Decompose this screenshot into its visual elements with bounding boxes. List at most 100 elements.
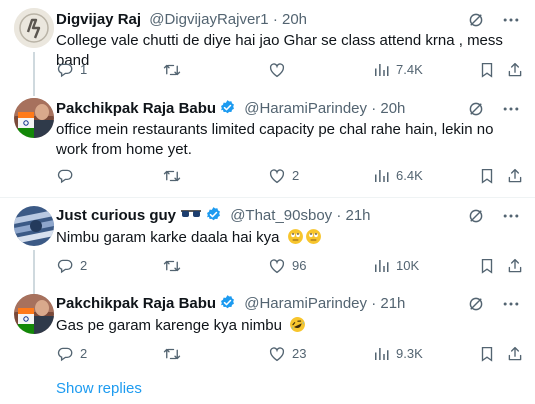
retweet-icon [163,61,181,79]
reply-icon [56,257,74,275]
dot-separator: · [371,295,377,312]
username[interactable]: @That_90sboy [230,207,332,224]
sunglasses-emoji [181,210,202,217]
avatar[interactable] [14,294,54,334]
rofl-emoji [290,317,306,332]
timestamp[interactable]: 21h [346,207,371,224]
retweet-button[interactable] [163,166,187,186]
reply-count: 2 [80,258,88,273]
tweet-text-content: Nimbu garam karke daala hai kya [56,229,280,246]
avatar[interactable] [14,98,54,138]
display-name[interactable]: Pakchikpak Raja Babu [56,295,216,312]
bookmark-icon [478,61,496,79]
tweet[interactable]: Pakchikpak Raja Babu @HaramiParindey · 2… [0,294,535,374]
timestamp[interactable]: 20h [282,11,307,28]
reply-button[interactable]: 1 [56,60,87,80]
grok-icon[interactable] [467,100,485,118]
verified-icon [219,99,236,116]
tweet-text: Gas pe garam karenge kya nimbu [56,316,515,336]
more-icon[interactable] [501,206,521,226]
avatar-image [14,98,54,138]
retweet-button[interactable] [163,256,187,276]
reply-count: 2 [80,346,88,361]
display-name[interactable]: Digvijay Raj [56,11,141,28]
like-button[interactable] [268,60,292,80]
tweet-text: office mein restaurants limited capacity… [56,121,494,158]
share-button[interactable] [506,166,524,186]
bookmark-button[interactable] [478,256,496,276]
avatar-image [14,206,54,246]
views-button[interactable]: 6.4K [372,166,423,186]
tweet[interactable]: Just curious guy @That_90sboy · 21h Nimb… [0,198,535,294]
timestamp[interactable]: 20h [380,100,405,117]
retweet-button[interactable] [163,344,187,364]
views-button[interactable]: 9.3K [372,344,423,364]
rolling-eyes-emoji [305,228,322,245]
show-replies-link[interactable]: Show replies [56,380,142,398]
dot-separator: · [272,11,278,28]
share-button[interactable] [506,60,524,80]
action-bar: 2 6.4K [0,166,535,186]
avatar[interactable] [14,206,54,246]
username[interactable]: @DigvijayRajver1 [149,11,268,28]
action-bar: 2 96 10K [0,256,535,276]
reply-button[interactable]: 2 [56,256,87,276]
share-icon [506,61,524,79]
bookmark-icon [478,167,496,185]
grok-icon[interactable] [467,295,485,313]
tweet[interactable]: Digvijay Raj @DigvijayRajver1 · 20h Coll… [0,0,535,96]
tweet-text: Nimbu garam karke daala hai kya [56,228,515,248]
like-button[interactable]: 23 [268,344,306,364]
tweet[interactable]: Pakchikpak Raja Babu @HaramiParindey · 2… [0,96,535,196]
retweet-icon [163,345,181,363]
timestamp[interactable]: 21h [380,295,405,312]
bookmark-button[interactable] [478,60,496,80]
like-count: 23 [292,346,307,361]
reply-button[interactable]: 2 [56,344,87,364]
verified-icon [219,294,236,311]
views-button[interactable]: 10K [372,256,419,276]
view-count: 9.3K [396,346,423,361]
share-button[interactable] [506,256,524,276]
share-button[interactable] [506,344,524,364]
bookmark-icon [478,257,496,275]
display-name[interactable]: Pakchikpak Raja Babu [56,100,216,117]
views-button[interactable]: 7.4K [372,60,423,80]
like-icon [268,345,286,363]
display-name[interactable]: Just curious guy [56,207,176,224]
dot-separator: · [336,207,342,224]
like-count: 96 [292,258,307,273]
like-button[interactable]: 96 [268,256,306,276]
bookmark-button[interactable] [478,344,496,364]
like-icon [268,61,286,79]
reply-button[interactable] [56,166,80,186]
avatar-image [14,8,54,48]
reply-icon [56,345,74,363]
avatar[interactable] [14,8,54,48]
grok-icon[interactable] [467,11,485,29]
tweet-header: Just curious guy @That_90sboy · 21h [56,206,477,226]
more-icon[interactable] [501,99,521,119]
share-icon [506,257,524,275]
view-count: 6.4K [396,168,423,183]
retweet-icon [163,257,181,275]
verified-icon [205,206,222,223]
username[interactable]: @HaramiParindey [244,100,367,117]
tweet-text-content: Gas pe garam karenge kya nimbu [56,317,282,334]
reply-icon [56,167,74,185]
retweet-icon [163,167,181,185]
like-button[interactable]: 2 [268,166,299,186]
bookmark-button[interactable] [478,166,496,186]
grok-icon[interactable] [467,207,485,225]
views-icon [372,257,390,275]
like-icon [268,257,286,275]
retweet-button[interactable] [163,60,187,80]
username[interactable]: @HaramiParindey [244,295,367,312]
more-icon[interactable] [501,10,521,30]
like-count: 2 [292,168,300,183]
dot-separator: · [371,100,377,117]
more-icon[interactable] [501,294,521,314]
views-icon [372,345,390,363]
action-bar: 1 7.4K [0,60,535,80]
view-count: 10K [396,258,420,273]
